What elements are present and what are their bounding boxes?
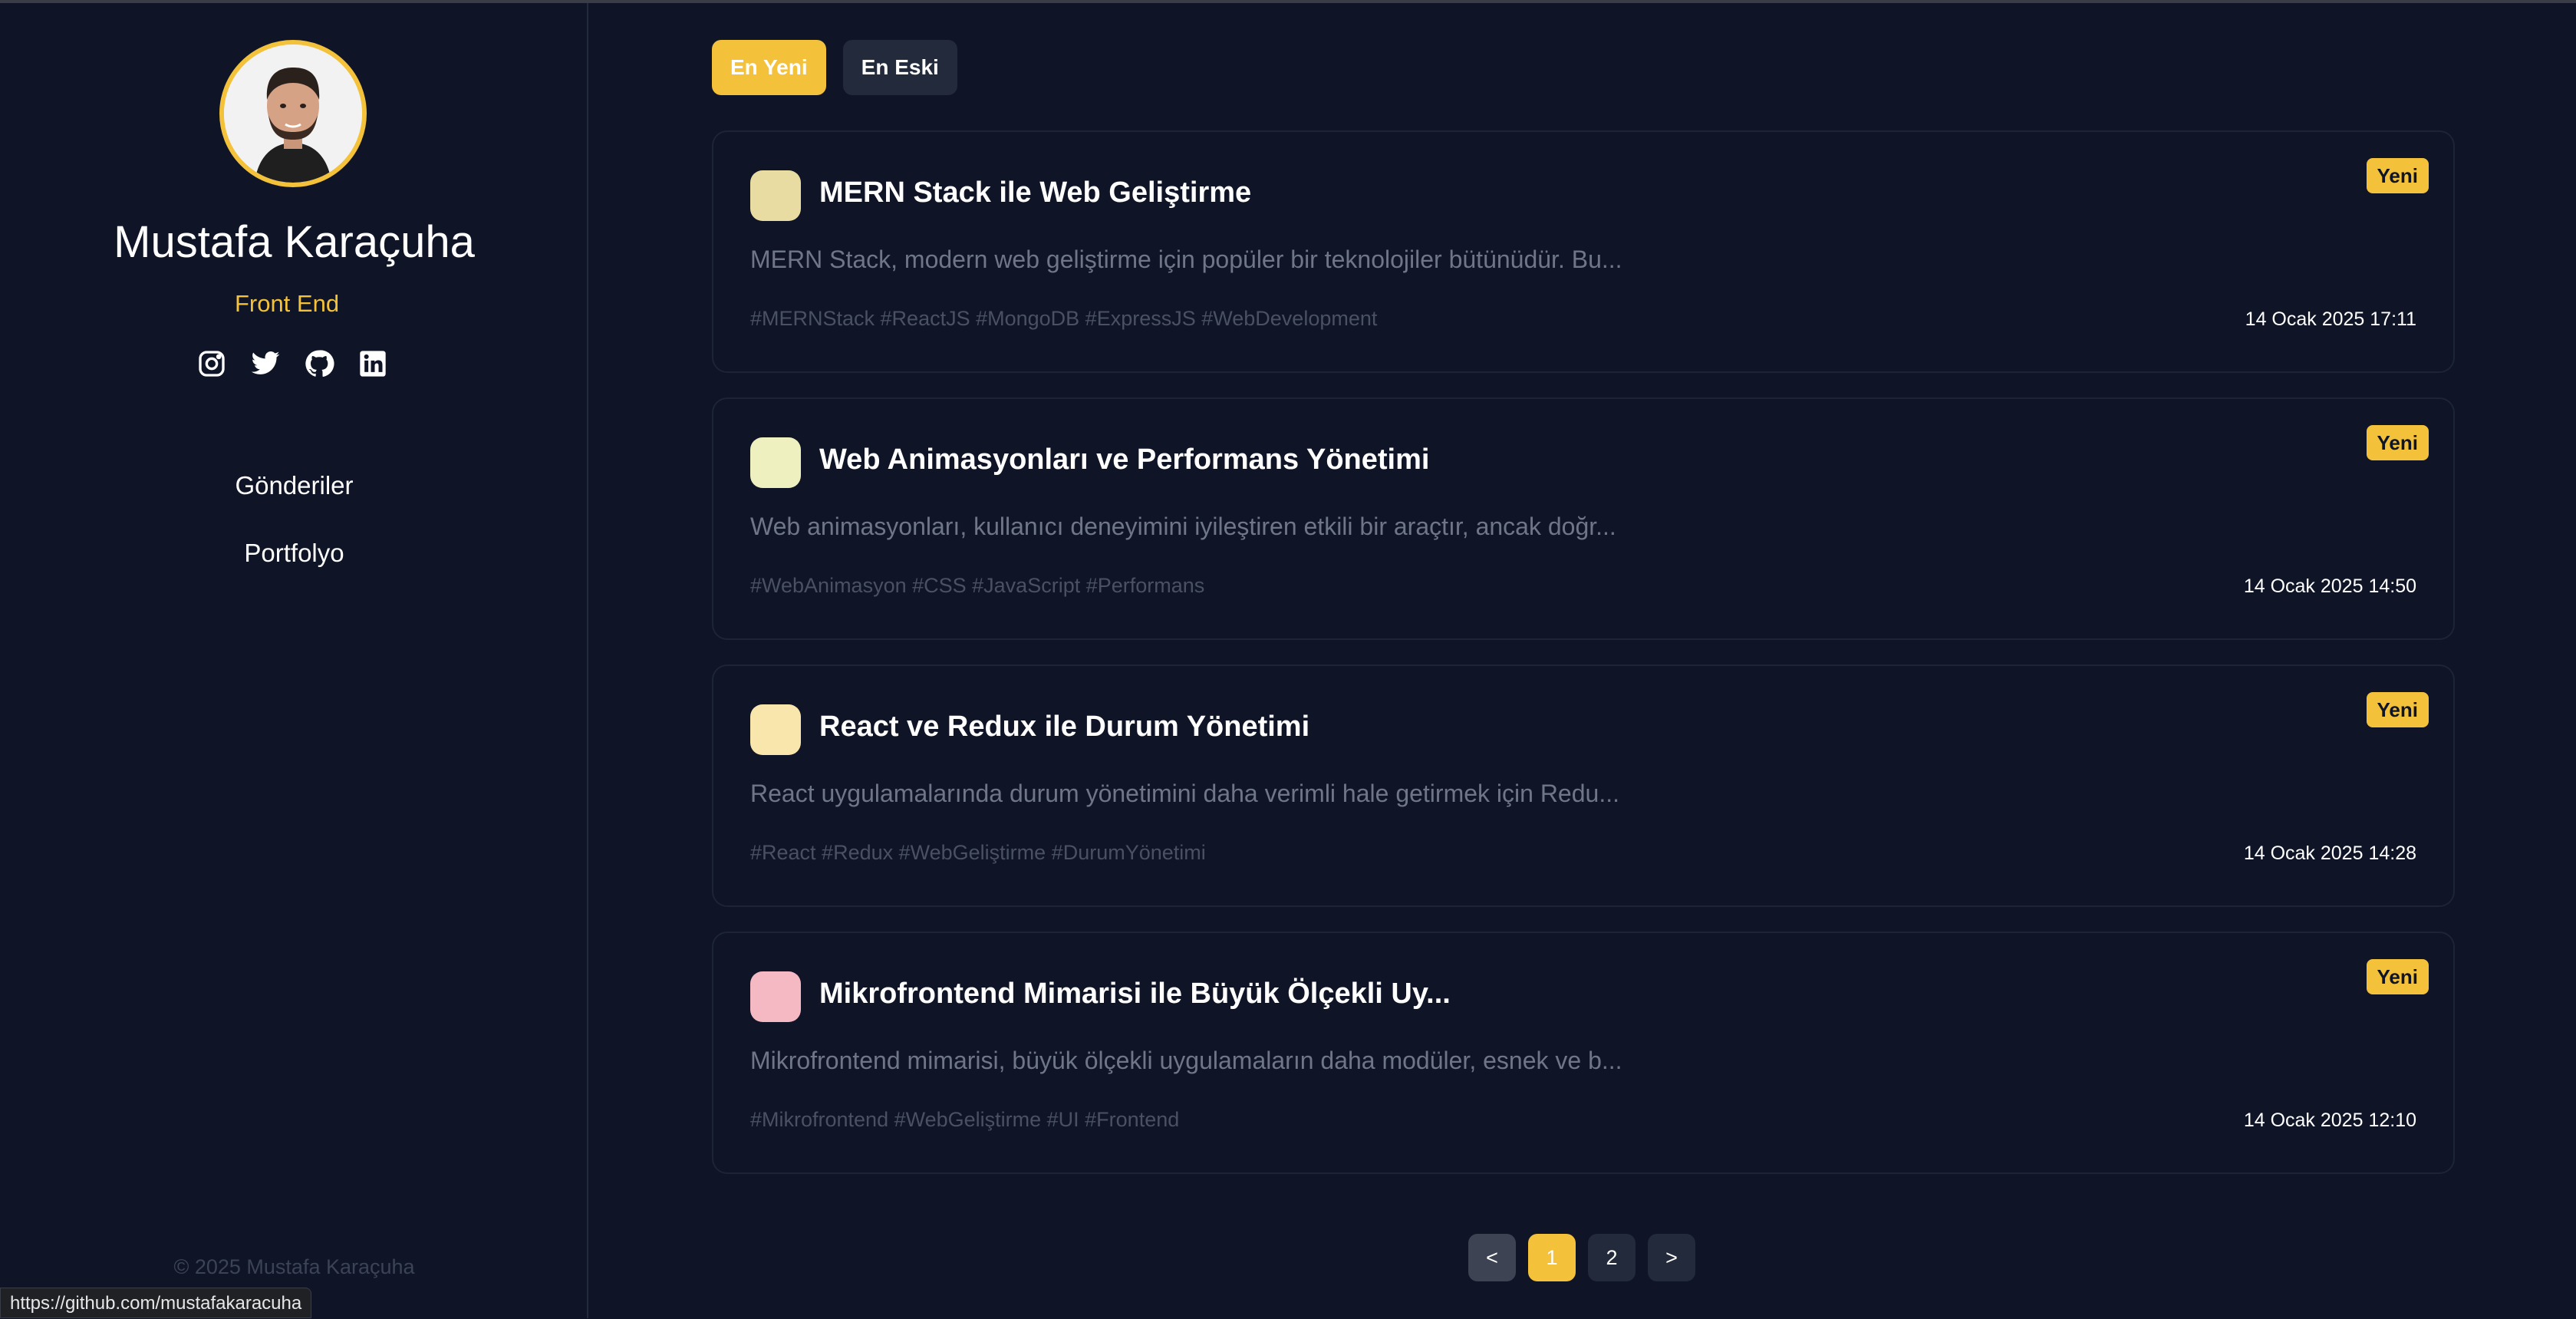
post-color-swatch (750, 704, 801, 755)
copyright-text: © 2025 Mustafa Karaçuha (173, 1255, 415, 1278)
pagination: < 1 2 > (1468, 1234, 1695, 1281)
post-card[interactable]: MERN Stack ile Web Geliştirme Yeni MERN … (712, 130, 2455, 373)
nav-item-portfolyo[interactable]: Portfolyo (0, 534, 588, 602)
post-excerpt: Web animasyonları, kullanıcı deneyimini … (750, 513, 1616, 540)
post-list: MERN Stack ile Web Geliştirme Yeni MERN … (712, 130, 2455, 1199)
pagination-page-2[interactable]: 2 (1588, 1234, 1636, 1281)
post-date: 14 Ocak 2025 17:11 (2245, 308, 2416, 330)
post-title: MERN Stack ile Web Geliştirme (819, 176, 1252, 209)
post-title: Web Animasyonları ve Performans Yönetimi (819, 444, 1430, 476)
profile-role: Front End (234, 290, 340, 317)
post-color-swatch (750, 971, 801, 1022)
portrait-photo-icon (224, 45, 362, 183)
post-card[interactable]: Mikrofrontend Mimarisi ile Büyük Ölçekli… (712, 932, 2455, 1174)
post-title: React ve Redux ile Durum Yönetimi (819, 711, 1310, 743)
post-card[interactable]: React ve Redux ile Durum Yönetimi Yeni R… (712, 664, 2455, 907)
post-title: Mikrofrontend Mimarisi ile Büyük Ölçekli… (819, 978, 1451, 1010)
post-color-swatch (750, 437, 801, 488)
post-excerpt: React uygulamalarında durum yönetimini d… (750, 780, 1619, 807)
twitter-icon[interactable] (249, 347, 282, 381)
linkedin-icon[interactable] (356, 347, 390, 381)
instagram-icon[interactable] (195, 347, 229, 381)
profile-name: Mustafa Karaçuha (114, 217, 475, 267)
new-badge: Yeni (2366, 425, 2429, 460)
post-excerpt: Mikrofrontend mimarisi, büyük ölçekli uy… (750, 1047, 1622, 1074)
pagination-prev-button[interactable]: < (1468, 1234, 1516, 1281)
post-date: 14 Ocak 2025 14:50 (2243, 575, 2416, 597)
sidebar: Mustafa Karaçuha Front End Gönderiler Po… (0, 3, 588, 1318)
github-icon[interactable] (302, 347, 336, 381)
post-tags: #Mikrofrontend #WebGeliştirme #UI #Front… (750, 1108, 1180, 1131)
post-date: 14 Ocak 2025 12:10 (2243, 1110, 2416, 1131)
pagination-next-button[interactable]: > (1648, 1234, 1695, 1281)
link-status-bar: https://github.com/mustafakaracuha (0, 1288, 312, 1318)
nav-item-gonderiler[interactable]: Gönderiler (0, 467, 588, 534)
post-card[interactable]: Web Animasyonları ve Performans Yönetimi… (712, 397, 2455, 640)
new-badge: Yeni (2366, 158, 2429, 193)
post-date: 14 Ocak 2025 14:28 (2243, 843, 2416, 864)
post-tags: #WebAnimasyon #CSS #JavaScript #Performa… (750, 574, 1205, 597)
post-color-swatch (750, 170, 801, 221)
post-tags: #React #Redux #WebGeliştirme #DurumYönet… (750, 841, 1206, 864)
post-excerpt: MERN Stack, modern web geliştirme için p… (750, 246, 1622, 273)
profile-avatar (219, 40, 367, 187)
post-tags: #MERNStack #ReactJS #MongoDB #ExpressJS … (750, 307, 1378, 330)
sort-oldest-button[interactable]: En Eski (842, 40, 957, 95)
pagination-page-1[interactable]: 1 (1528, 1234, 1576, 1281)
new-badge: Yeni (2366, 959, 2429, 994)
sort-newest-button[interactable]: En Yeni (712, 40, 826, 95)
new-badge: Yeni (2366, 692, 2429, 727)
sort-tabs: En Yeni En Eski (712, 40, 957, 95)
social-links (195, 347, 390, 381)
sidebar-nav: Gönderiler Portfolyo (0, 467, 588, 602)
